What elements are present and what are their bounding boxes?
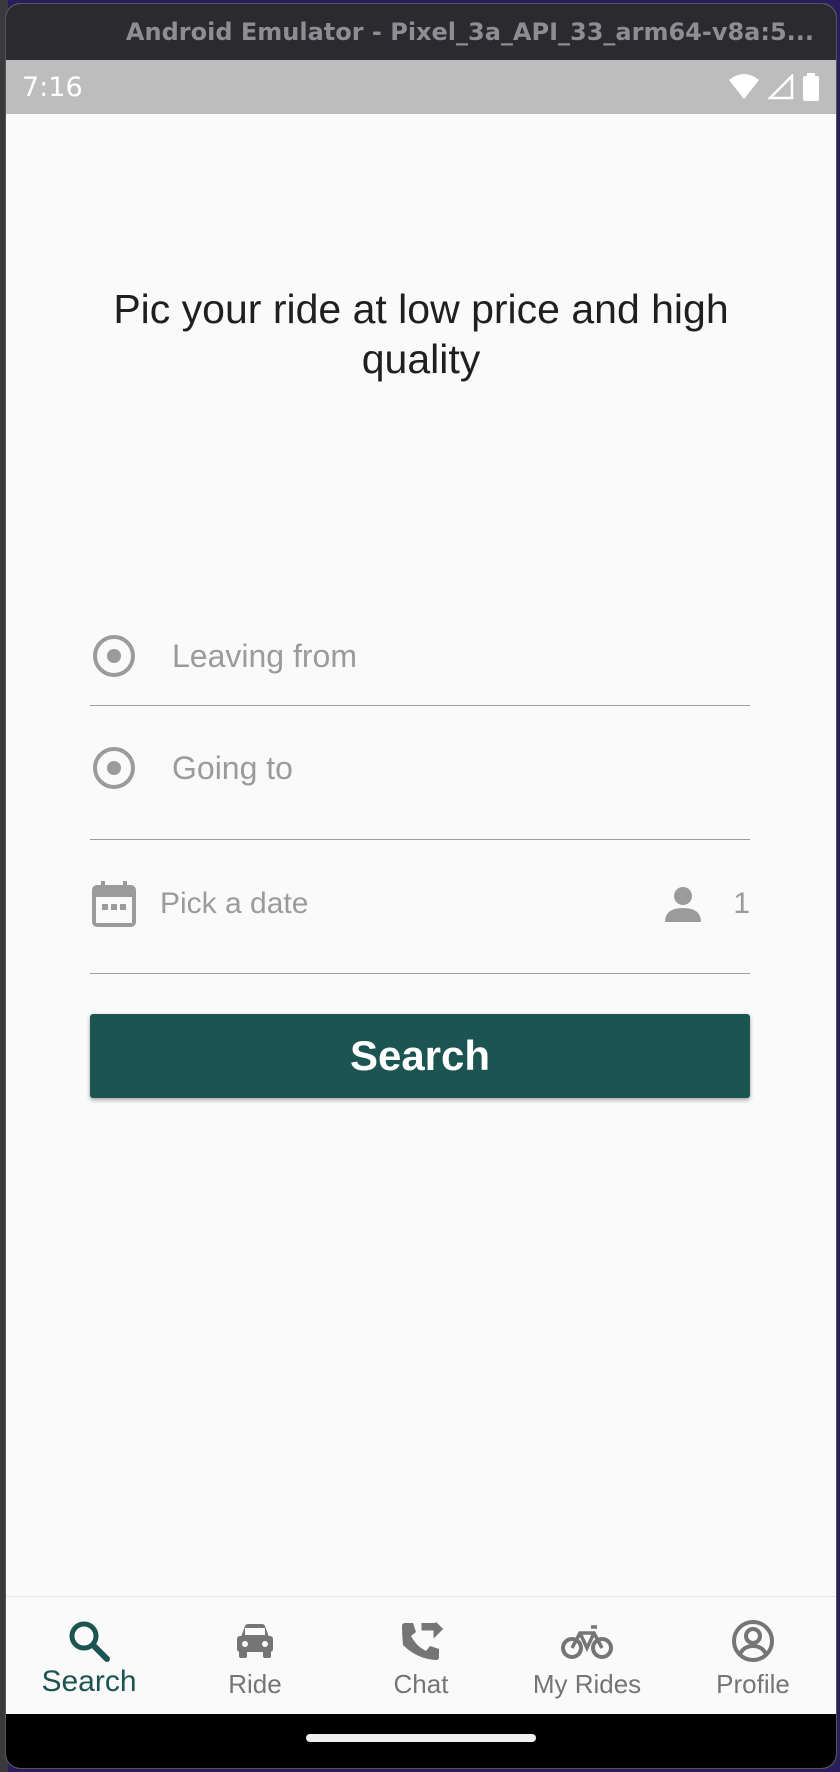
nav-item-label: My Rides: [532, 1669, 642, 1699]
nav-item-search[interactable]: Search: [6, 1597, 172, 1715]
nav-item-profile[interactable]: Profile: [670, 1597, 836, 1715]
passenger-count[interactable]: 1: [663, 884, 750, 924]
search-button[interactable]: Search: [90, 1014, 750, 1098]
nav-item-ride[interactable]: Ride: [172, 1597, 338, 1715]
status-clock: 7:16: [22, 71, 83, 103]
home-gesture-handle[interactable]: [306, 1734, 536, 1742]
app-content: Pic your ride at low price and high qual…: [6, 114, 836, 1600]
passenger-count-value: 1: [733, 887, 750, 920]
signal-icon: [768, 74, 794, 100]
nav-item-label: Chat: [393, 1669, 449, 1699]
radio-target-icon: [93, 635, 135, 677]
going-to-placeholder: Going to: [172, 749, 293, 786]
phone-forward-icon: [402, 1621, 443, 1660]
gesture-navigation-bar: [6, 1714, 836, 1768]
bottom-navigation: Search Ride Chat My Rides Profile: [6, 1596, 836, 1715]
person-icon: [665, 887, 702, 922]
date-picker[interactable]: Pick a date: [90, 880, 308, 928]
nav-item-chat[interactable]: Chat: [338, 1597, 504, 1715]
date-placeholder: Pick a date: [160, 887, 309, 920]
page-headline: Pic your ride at low price and high qual…: [113, 286, 729, 382]
android-status-bar: 7:16: [6, 60, 836, 114]
window-title: Android Emulator - Pixel_3a_API_33_arm64…: [125, 18, 814, 46]
car-icon: [237, 1624, 273, 1658]
emulator-window: Android Emulator - Pixel_3a_API_33_arm64…: [6, 4, 836, 1768]
search-icon: [69, 1621, 110, 1662]
account-circle-icon: [732, 1620, 774, 1662]
nav-item-label: Profile: [716, 1669, 790, 1699]
nav-item-label: Ride: [228, 1669, 282, 1699]
radio-target-icon: [93, 747, 135, 789]
nav-item-label: Search: [41, 1665, 137, 1698]
date-passenger-row: Pick a date 1: [90, 840, 750, 974]
leaving-from-placeholder: Leaving from: [172, 637, 357, 674]
nav-item-my-rides[interactable]: My Rides: [504, 1597, 670, 1715]
calendar-icon: [92, 881, 136, 927]
going-to-field[interactable]: Going to: [90, 706, 750, 840]
leaving-from-field[interactable]: Leaving from: [90, 604, 750, 706]
battery-icon: [803, 73, 819, 101]
status-icons: [728, 73, 820, 101]
wifi-icon: [729, 74, 759, 99]
bicycle-icon: [561, 1625, 613, 1659]
window-titlebar[interactable]: Android Emulator - Pixel_3a_API_33_arm64…: [6, 4, 836, 60]
